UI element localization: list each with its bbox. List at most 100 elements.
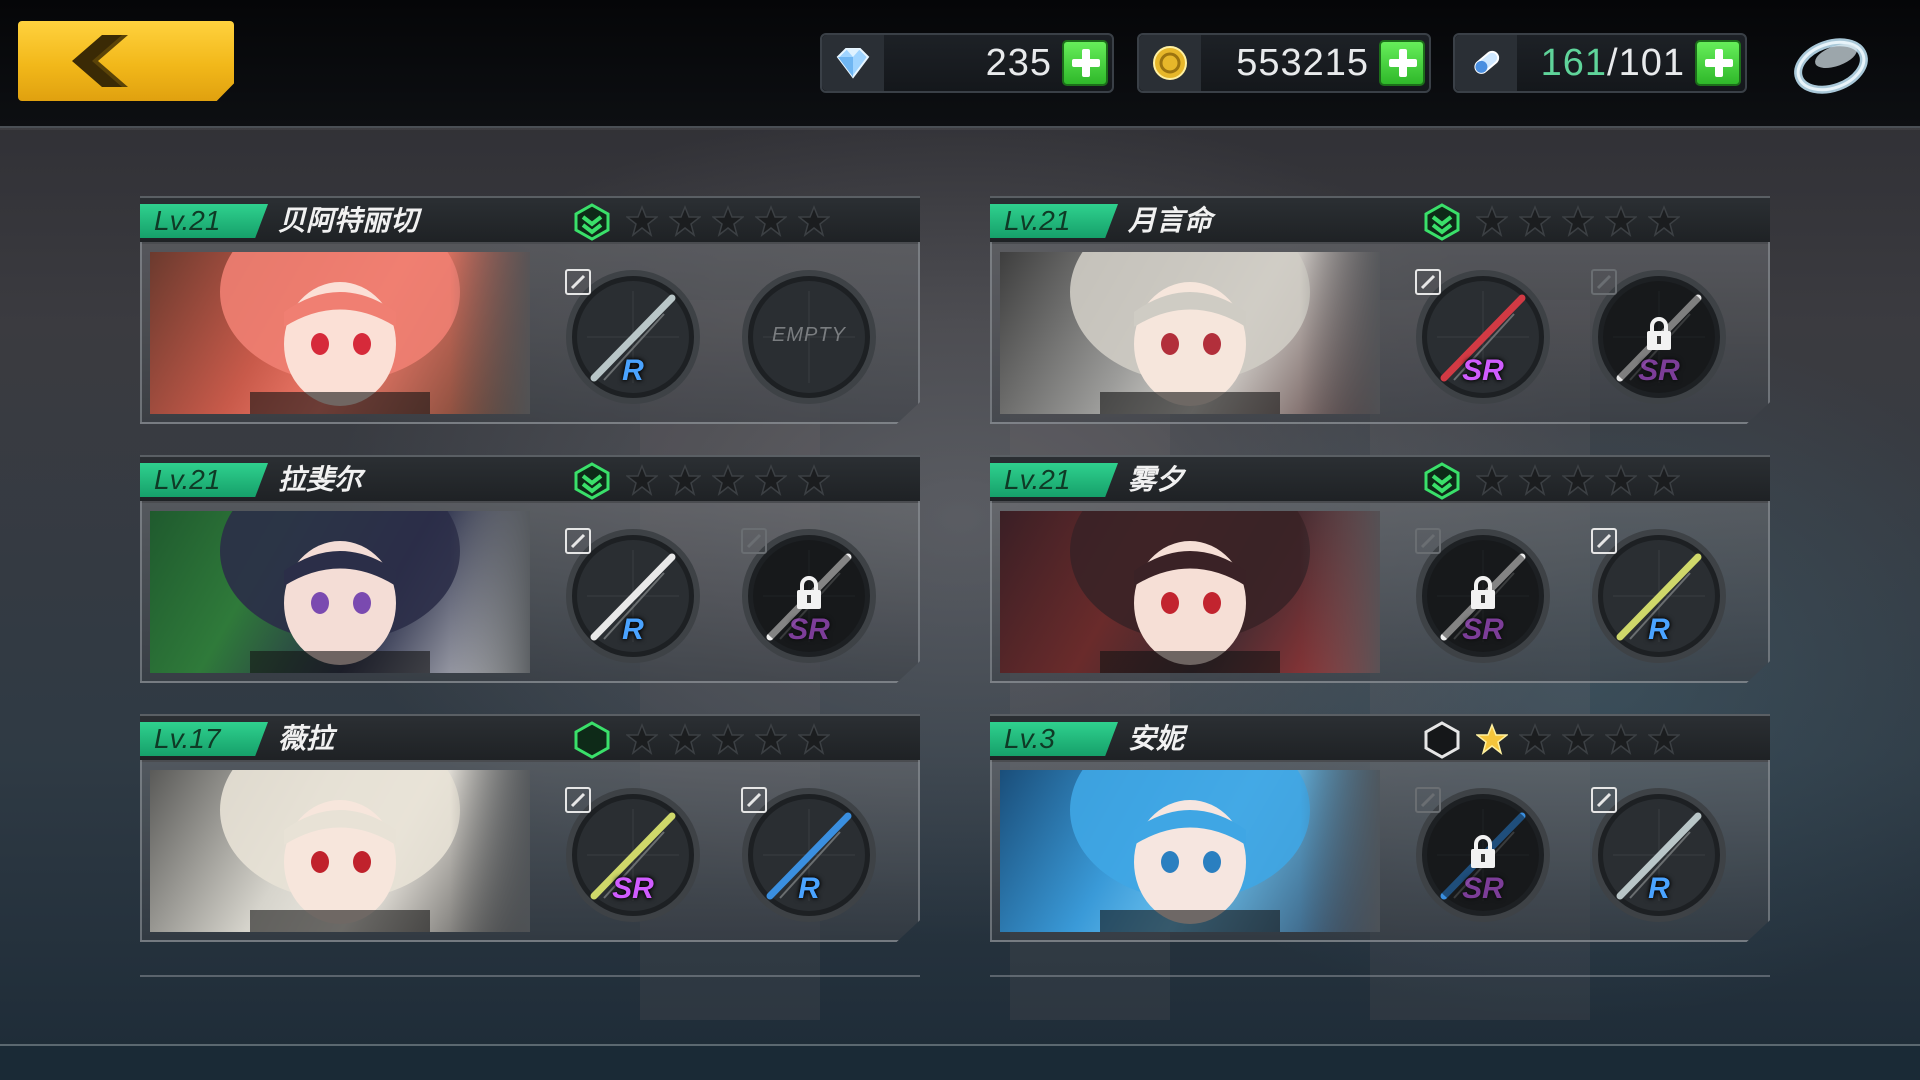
stamina-max: /101	[1607, 42, 1685, 84]
star-rating	[626, 205, 841, 237]
lock-icon	[1471, 576, 1495, 609]
star-icon	[1519, 723, 1551, 755]
star-icon	[1648, 205, 1680, 237]
rank-chevron-icon	[1424, 203, 1460, 241]
character-name: 月言命	[1128, 204, 1213, 237]
rarity-label: SR	[788, 613, 830, 646]
level-badge: Lv.3	[990, 722, 1118, 756]
coin-icon-slot	[1139, 35, 1201, 91]
character-name: 安妮	[1128, 722, 1185, 755]
add-coins-button[interactable]	[1379, 40, 1425, 86]
rank-hexagon-icon	[1424, 721, 1460, 759]
character-portrait[interactable]	[1000, 252, 1380, 414]
rarity-label: SR	[1462, 613, 1504, 646]
star-icon	[1605, 464, 1637, 496]
level-badge: Lv.21	[990, 463, 1118, 497]
stamina-value: 161/101	[1541, 43, 1685, 83]
stamina-current: 161	[1540, 42, 1608, 84]
character-portrait[interactable]	[150, 252, 530, 414]
ring-menu-icon[interactable]	[1788, 26, 1874, 102]
character-card[interactable]: Lv.17 薇拉 SR R	[140, 714, 920, 942]
lock-icon	[1647, 317, 1671, 350]
star-icon	[712, 464, 744, 496]
edit-pencil-icon[interactable]	[564, 786, 592, 814]
equipment-slot-1[interactable]: R	[564, 268, 702, 406]
character-portrait[interactable]	[150, 511, 530, 673]
lock-icon	[1471, 835, 1495, 868]
equipment-slot-1[interactable]: SR	[1414, 527, 1552, 665]
equipment-slot-2[interactable]: SR	[1590, 268, 1728, 406]
rarity-label: R	[1648, 872, 1670, 905]
equipment-slot-2[interactable]: R	[1590, 527, 1728, 665]
edit-pencil-icon[interactable]	[1590, 527, 1618, 555]
star-icon	[798, 205, 830, 237]
equipment-slot-2[interactable]: SR	[740, 527, 878, 665]
star-icon	[798, 723, 830, 755]
lock-icon	[797, 576, 821, 609]
level-badge: Lv.17	[140, 722, 268, 756]
edit-pencil-icon[interactable]	[1590, 786, 1618, 814]
edit-pencil-icon[interactable]	[564, 268, 592, 296]
star-icon	[669, 723, 701, 755]
star-rating	[1476, 205, 1691, 237]
rank-hexagon-icon	[574, 721, 610, 759]
star-icon	[669, 464, 701, 496]
rarity-label: SR	[612, 872, 654, 905]
rank-chevron-icon	[1424, 462, 1460, 500]
star-icon	[1519, 464, 1551, 496]
character-portrait[interactable]	[150, 770, 530, 932]
character-card[interactable]: Lv.3 安妮 SR R	[990, 714, 1770, 942]
star-icon	[712, 723, 744, 755]
star-icon	[669, 205, 701, 237]
star-icon	[755, 205, 787, 237]
add-stamina-button[interactable]	[1695, 40, 1741, 86]
divider	[140, 975, 920, 977]
coin-value: 553215	[1236, 42, 1369, 84]
character-card[interactable]: Lv.21 月言命 SR SR	[990, 196, 1770, 424]
rarity-label: R	[798, 872, 820, 905]
star-icon	[798, 464, 830, 496]
equipment-slot-2[interactable]: EMPTY	[740, 268, 878, 406]
character-portrait[interactable]	[1000, 770, 1380, 932]
character-portrait[interactable]	[1000, 511, 1380, 673]
equipment-slot-2[interactable]: R	[1590, 786, 1728, 924]
coin-icon	[1153, 46, 1187, 80]
back-button[interactable]	[18, 21, 234, 101]
rarity-label: R	[622, 354, 644, 387]
star-icon	[626, 464, 658, 496]
character-card[interactable]: Lv.21 拉斐尔 R SR	[140, 455, 920, 683]
edit-pencil-icon[interactable]	[1414, 268, 1442, 296]
equipment-slot-1[interactable]: SR	[1414, 786, 1552, 924]
stamina-icon-slot	[1455, 35, 1517, 91]
equipment-slot-1[interactable]: R	[564, 527, 702, 665]
edit-pencil-icon[interactable]	[740, 786, 768, 814]
star-icon	[755, 723, 787, 755]
rarity-label: SR	[1462, 354, 1504, 387]
star-icon	[1562, 464, 1594, 496]
level-badge: Lv.21	[140, 463, 268, 497]
character-name: 薇拉	[278, 722, 335, 755]
equipment-slot-2[interactable]: R	[740, 786, 878, 924]
character-card[interactable]: Lv.21 贝阿特丽切 R EMPTY	[140, 196, 920, 424]
star-rating	[1476, 464, 1691, 496]
portrait-art	[1070, 511, 1380, 673]
star-icon	[1476, 464, 1508, 496]
star-rating	[1476, 723, 1691, 755]
equipment-slot-1[interactable]: SR	[1414, 268, 1552, 406]
star-icon	[626, 205, 658, 237]
star-icon	[1562, 723, 1594, 755]
screen: 235 553215 161/101 Lv.21 贝阿特丽切 R EMPTY L…	[0, 0, 1920, 1080]
edit-pencil-icon	[1415, 787, 1441, 813]
character-card[interactable]: Lv.21 雾夕 SR R	[990, 455, 1770, 683]
edit-pencil-icon[interactable]	[564, 527, 592, 555]
rarity-label: SR	[1462, 872, 1504, 905]
character-name: 贝阿特丽切	[278, 204, 419, 237]
level-badge: Lv.21	[140, 204, 268, 238]
character-name: 雾夕	[1128, 463, 1185, 496]
add-gems-button[interactable]	[1062, 40, 1108, 86]
empty-slot-label: EMPTY	[772, 324, 846, 346]
star-icon	[626, 723, 658, 755]
rarity-label: R	[622, 613, 644, 646]
rank-chevron-icon	[574, 462, 610, 500]
equipment-slot-1[interactable]: SR	[564, 786, 702, 924]
